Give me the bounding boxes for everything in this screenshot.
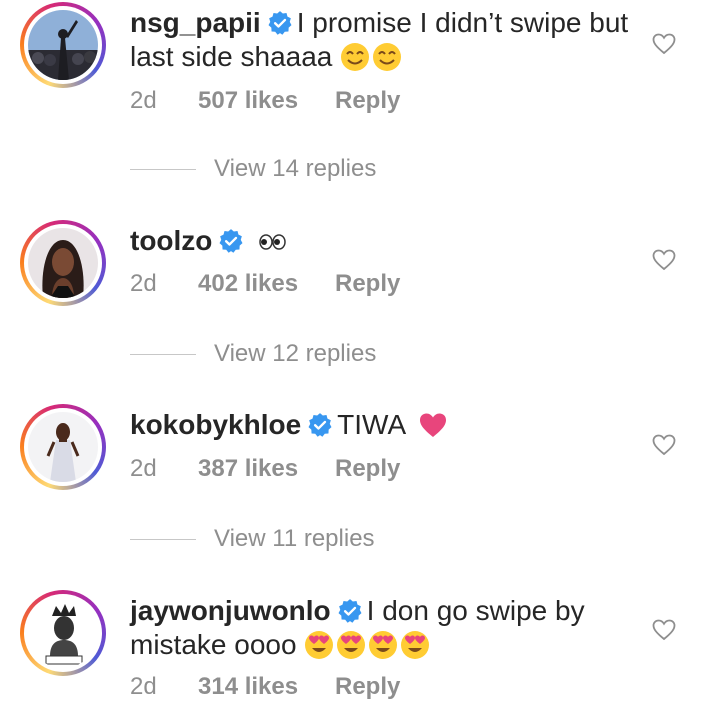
like-heart-icon[interactable] bbox=[652, 32, 676, 56]
comment-body: kokobykhloe TIWA bbox=[130, 408, 630, 442]
heart-eyes-icon bbox=[401, 631, 430, 659]
avatar[interactable] bbox=[20, 590, 106, 676]
comment-meta: 2d 402 likes Reply bbox=[130, 269, 430, 299]
heart-eyes-icon bbox=[305, 631, 334, 659]
smiling-face-icon bbox=[373, 43, 402, 71]
view-replies-button[interactable]: View 11 replies bbox=[130, 524, 430, 554]
divider bbox=[130, 539, 196, 540]
comment-body: nsg_papii I promise I didn’t swipe but la… bbox=[130, 6, 630, 74]
avatar-photo bbox=[28, 228, 98, 298]
heart-eyes-icon bbox=[369, 631, 398, 659]
reply-button[interactable]: Reply bbox=[335, 454, 400, 484]
comment-meta: 2d 314 likes Reply bbox=[130, 672, 430, 702]
comment-age: 2d bbox=[130, 87, 157, 114]
likes-count[interactable]: 387 likes bbox=[198, 454, 298, 484]
reply-button[interactable]: Reply bbox=[335, 672, 400, 702]
avatar[interactable] bbox=[20, 404, 106, 490]
verified-badge-icon bbox=[219, 229, 243, 253]
heart-eyes-icon bbox=[337, 631, 366, 659]
avatar[interactable] bbox=[20, 2, 106, 88]
divider bbox=[130, 354, 196, 355]
comment-age: 2d bbox=[130, 270, 157, 297]
eyes-icon bbox=[259, 234, 286, 250]
reply-button[interactable]: Reply bbox=[335, 269, 400, 299]
verified-badge-icon bbox=[338, 599, 362, 623]
username[interactable]: toolzo bbox=[130, 225, 212, 256]
avatar[interactable] bbox=[20, 220, 106, 306]
likes-count[interactable]: 507 likes bbox=[198, 86, 298, 116]
comment-age: 2d bbox=[130, 455, 157, 482]
username[interactable]: nsg_papii bbox=[130, 7, 261, 38]
likes-count[interactable]: 314 likes bbox=[198, 672, 298, 702]
comment-meta: 2d 387 likes Reply bbox=[130, 454, 430, 484]
pink-heart-icon bbox=[420, 413, 447, 437]
comment-text: TIWA bbox=[337, 409, 413, 440]
likes-count[interactable]: 402 likes bbox=[198, 269, 298, 299]
smiling-face-icon bbox=[341, 43, 370, 71]
view-replies-button[interactable]: View 12 replies bbox=[130, 339, 430, 369]
avatar-photo bbox=[28, 598, 98, 668]
divider bbox=[130, 169, 196, 170]
like-heart-icon[interactable] bbox=[652, 433, 676, 457]
like-heart-icon[interactable] bbox=[652, 618, 676, 642]
view-replies-button[interactable]: View 14 replies bbox=[130, 154, 430, 184]
comment-meta: 2d 507 likes Reply bbox=[130, 86, 430, 116]
avatar-photo bbox=[28, 10, 98, 80]
username[interactable]: kokobykhloe bbox=[130, 409, 301, 440]
like-heart-icon[interactable] bbox=[652, 248, 676, 272]
username[interactable]: jaywonjuwonlo bbox=[130, 595, 331, 626]
verified-badge-icon bbox=[308, 413, 332, 437]
comment-age: 2d bbox=[130, 673, 157, 700]
comment-body: toolzo bbox=[130, 224, 630, 258]
verified-badge-icon bbox=[268, 11, 292, 35]
comment-body: jaywonjuwonlo I don go swipe by mistake o… bbox=[130, 594, 630, 662]
reply-button[interactable]: Reply bbox=[335, 86, 400, 116]
avatar-photo bbox=[28, 412, 98, 482]
